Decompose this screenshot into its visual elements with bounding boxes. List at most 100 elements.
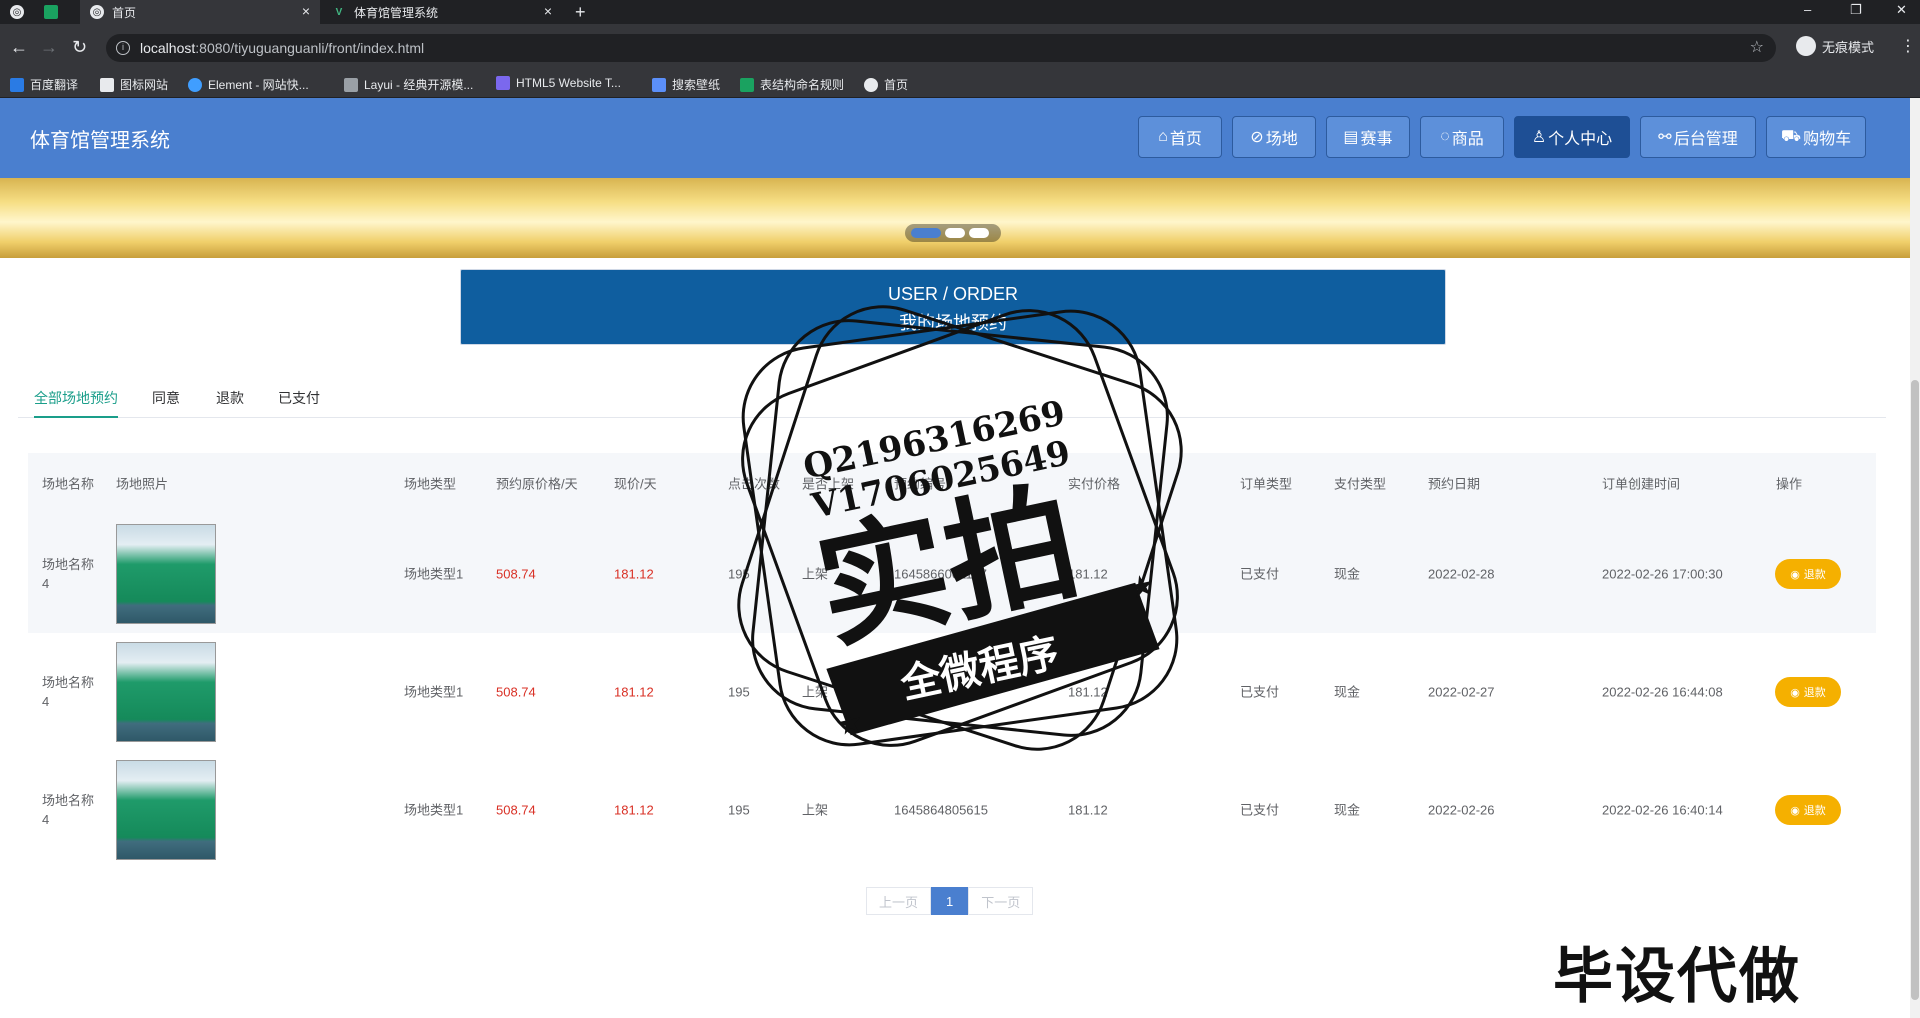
venue-photo [116,642,216,742]
flag-icon [100,77,114,92]
carousel-banner [0,178,1910,258]
new-tab-icon[interactable]: + [575,0,586,24]
bookmark-item[interactable]: 首页 [864,76,908,93]
carousel-dot-1[interactable] [911,228,941,238]
venue-type: 场地类型1 [404,684,464,700]
sheet-icon [44,5,58,19]
globe-icon: ◎ [90,5,104,19]
incognito-icon [1796,36,1816,56]
col-header: 订单类型 [1240,476,1293,492]
next-page-button[interactable]: 下一页 [968,887,1034,915]
pagination: 上一页 1 下一页 [866,887,1034,915]
bookmark-item[interactable]: 图标网站 [100,76,168,93]
address-bar-row: ← → ↻ i localhost:8080/tiyuguanguanli/fr… [0,24,1920,70]
original-price: 508.74 [496,802,536,818]
col-header: 操作 [1776,476,1803,492]
bookmarks-bar: 百度翻译 图标网站 Element - 网站快... Layui - 经典开源模… [0,70,1920,98]
tab-refund[interactable]: 退款 [216,388,244,418]
page-viewport: 体育馆管理系统 ⌂ 首页 ⊘ 场地 ▤ 赛事 ◌ 商品 ♙ 个人中心 ⚯ 后台管理 ⛟ 购物车… [0,98,1910,1018]
browser-tab-pinned-2[interactable] [34,0,70,24]
scrollbar-thumb[interactable] [1911,380,1919,1000]
prev-page-button[interactable]: 上一页 [866,887,932,915]
refund-icon: ◉ [1790,804,1800,817]
back-icon[interactable]: ← [10,35,28,59]
url-path: :8080/tiyuguanguanli/front/index.html [195,40,425,56]
venue-name: 场地名称4 [42,675,95,709]
incognito-label: 无痕模式 [1822,39,1875,55]
col-header: 预约日期 [1428,476,1481,492]
browser-tab-gym[interactable]: V 体育馆管理系统 × [322,0,562,24]
order-type: 已支付 [1240,684,1280,700]
booking-date: 2022-02-26 [1428,802,1495,818]
venue-photo [116,760,216,860]
col-header: 预约原价格/天 [496,476,578,492]
tab-all-bookings[interactable]: 全部场地预约 [34,388,118,418]
pay-type: 现金 [1334,802,1361,818]
tab-approved[interactable]: 同意 [152,388,180,418]
star-icon: ★ [1125,568,1158,606]
tab-paid[interactable]: 已支付 [278,388,320,418]
refund-button[interactable]: ◉ 退款 [1775,677,1841,707]
bookmark-item[interactable]: Element - 网站快... [188,76,309,93]
current-price: 181.12 [614,802,654,818]
booking-date: 2022-02-28 [1428,566,1495,582]
bookmark-item[interactable]: 搜索壁纸 [652,76,720,93]
info-icon[interactable]: i [116,41,130,55]
wallpaper-icon [652,77,666,92]
sheet-icon [740,77,754,92]
created-time: 2022-02-26 16:40:14 [1602,802,1723,818]
click-count: 195 [728,802,750,818]
nav-home-button[interactable]: ⌂ 首页 [1138,116,1222,158]
watermark-corner: 毕设代做 [1553,942,1801,1012]
vue-icon: V [335,6,343,18]
nav-cart-button[interactable]: ⛟ 购物车 [1766,116,1866,158]
col-header: 场地类型 [404,476,457,492]
bookmark-item[interactable]: 百度翻译 [10,76,78,93]
refund-button[interactable]: ◉ 退款 [1775,559,1841,589]
carousel-dot-3[interactable] [969,228,989,238]
nav-event-button[interactable]: ▤ 赛事 [1326,116,1410,158]
order-type: 已支付 [1240,802,1280,818]
close-tab-icon[interactable]: × [302,3,310,19]
incognito-indicator[interactable]: 无痕模式 [1796,36,1874,56]
url-field[interactable]: i localhost:8080/tiyuguanguanli/front/in… [106,34,1776,62]
refund-button[interactable]: ◉ 退款 [1775,795,1841,825]
carousel-dot-2[interactable] [945,228,965,238]
bookmark-item[interactable]: Layui - 经典开源模... [344,76,473,93]
col-header: 订单创建时间 [1602,476,1681,492]
close-window-icon[interactable]: ✕ [1896,0,1907,20]
bookmark-item[interactable]: 表结构命名规则 [740,76,844,93]
pay-type: 现金 [1334,566,1361,582]
reload-icon[interactable]: ↻ [72,35,87,59]
restore-icon[interactable]: ❐ [1850,0,1862,20]
bookmark-item[interactable]: HTML5 Website T... [496,76,621,90]
order-number: 1645864805615 [894,802,988,818]
forward-icon[interactable]: → [40,35,58,59]
more-menu-icon[interactable]: ⋮ [1900,36,1916,56]
star-icon[interactable]: ☆ [1750,34,1764,62]
nav-user-center-button[interactable]: ♙ 个人中心 [1514,116,1630,158]
nav-goods-button[interactable]: ◌ 商品 [1420,116,1504,158]
refund-icon: ◉ [1790,686,1800,699]
browser-tab-home[interactable]: ◎ 首页 × [80,0,320,24]
html5-icon [496,76,510,90]
site-header: 体育馆管理系统 ⌂ 首页 ⊘ 场地 ▤ 赛事 ◌ 商品 ♙ 个人中心 ⚯ 后台管理 ⛟ 购物车 [0,98,1910,178]
table-row[interactable]: 场地名称4 场地类型1 508.74 181.12 195 上架 1645864… [28,751,1876,869]
nav-venue-button[interactable]: ⊘ 场地 [1232,116,1316,158]
nav-admin-button[interactable]: ⚯ 后台管理 [1640,116,1756,158]
tab-title: 首页 [112,5,137,20]
page-number-button[interactable]: 1 [931,887,969,915]
paid-price: 181.12 [1068,802,1108,818]
site-title: 体育馆管理系统 [30,130,170,152]
order-type: 已支付 [1240,566,1280,582]
cart-icon: ⛟ [1780,128,1802,145]
close-tab-icon[interactable]: × [544,3,552,19]
created-time: 2022-02-26 16:44:08 [1602,684,1723,700]
tab-title: 体育馆管理系统 [354,5,439,20]
globe-icon: ◎ [10,5,24,19]
minimize-icon[interactable]: – [1804,0,1811,20]
listing-status: 上架 [802,802,829,818]
browser-tab-pinned-1[interactable]: ◎ [0,0,34,24]
user-icon: ♙ [1531,129,1547,146]
venue-icon: ⊘ [1250,129,1264,146]
